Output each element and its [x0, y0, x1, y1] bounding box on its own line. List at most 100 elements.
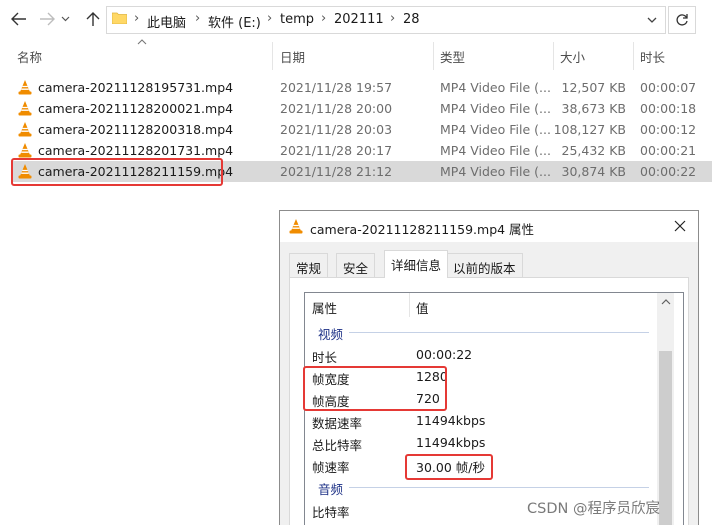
column-divider[interactable]	[433, 42, 434, 70]
column-divider[interactable]	[272, 42, 273, 70]
file-date: 2021/11/28 20:00	[280, 101, 393, 116]
file-name: camera-20211128211159.mp4	[38, 164, 234, 179]
property-value: 720	[416, 391, 440, 406]
close-icon[interactable]	[671, 217, 689, 235]
vlc-file-icon	[18, 164, 32, 179]
arrow-right-icon	[40, 12, 55, 26]
file-size: 38,673 KB	[561, 101, 626, 116]
column-divider[interactable]	[409, 293, 410, 317]
column-header-date[interactable]: 日期	[280, 47, 305, 66]
folder-icon	[112, 12, 127, 24]
group-video: 视频	[318, 327, 344, 342]
breadcrumb-this-pc[interactable]: 此电脑	[147, 12, 186, 31]
address-bar[interactable]: › 此电脑 › 软件 (E:) › temp › 202111 › 28	[106, 6, 666, 34]
details-panel: 属性 值 视频 时长 00:00:22 帧宽度 1280 帧高度 720 数据速…	[289, 277, 689, 525]
arrow-left-icon	[11, 12, 26, 26]
property-name: 数据速率	[312, 416, 363, 431]
breadcrumb-202111[interactable]: 202111	[334, 12, 384, 27]
property-name: 比特率	[312, 505, 350, 520]
watermark: CSDN @程序员欣宸	[527, 501, 660, 517]
file-name: camera-20211128200318.mp4	[38, 122, 234, 137]
column-divider[interactable]	[553, 42, 554, 70]
tab-general[interactable]: 常规	[289, 253, 329, 277]
file-date: 2021/11/28 19:57	[280, 80, 393, 95]
scroll-up-icon[interactable]	[661, 299, 671, 305]
property-name: 帧高度	[312, 394, 350, 409]
breadcrumb-separator-icon: ›	[195, 11, 201, 26]
tab-details[interactable]: 详细信息	[384, 250, 449, 278]
column-header-value[interactable]: 值	[416, 298, 429, 317]
file-type: MP4 Video File (...	[440, 101, 551, 116]
property-value: 11494kbps	[416, 413, 486, 428]
file-duration: 00:00:21	[640, 143, 697, 158]
file-type: MP4 Video File (...	[440, 164, 551, 179]
arrow-up-icon	[86, 12, 100, 26]
up-button[interactable]	[82, 8, 104, 30]
file-duration: 00:00:18	[640, 101, 697, 116]
column-divider[interactable]	[633, 42, 634, 70]
file-row[interactable]: camera-20211128201731.mp4 2021/11/28 20:…	[12, 140, 712, 161]
refresh-button[interactable]	[668, 6, 696, 34]
file-date: 2021/11/28 20:03	[280, 122, 393, 137]
property-name: 帧宽度	[312, 372, 350, 387]
breadcrumb-separator-icon: ›	[390, 11, 396, 26]
breadcrumb-separator-icon: ›	[321, 11, 327, 26]
property-name: 帧速率	[312, 460, 350, 475]
file-size: 30,874 KB	[561, 164, 626, 179]
file-row[interactable]: camera-20211128195731.mp4 2021/11/28 19:…	[12, 77, 712, 98]
breadcrumb-drive[interactable]: 软件 (E:)	[208, 12, 261, 31]
vlc-file-icon	[289, 219, 303, 234]
file-type: MP4 Video File (...	[440, 122, 551, 137]
breadcrumb-separator-icon: ›	[267, 11, 273, 26]
column-header-type[interactable]: 类型	[440, 47, 465, 66]
file-row[interactable]: camera-20211128200318.mp4 2021/11/28 20:…	[12, 119, 712, 140]
property-name: 时长	[312, 350, 338, 365]
breadcrumb-temp[interactable]: temp	[280, 12, 314, 27]
column-header-size[interactable]: 大小	[560, 47, 585, 66]
chevron-down-icon	[61, 16, 69, 22]
file-row[interactable]: camera-20211128200021.mp4 2021/11/28 20:…	[12, 98, 712, 119]
tab-security[interactable]: 安全	[336, 253, 376, 277]
property-name: 总比特率	[312, 438, 363, 453]
file-duration: 00:00:07	[640, 80, 697, 95]
file-date: 2021/11/28 21:12	[280, 164, 393, 179]
property-value: 30.00 帧/秒	[416, 460, 485, 475]
file-row-selected[interactable]: camera-20211128211159.mp4 2021/11/28 21:…	[12, 161, 712, 182]
file-type: MP4 Video File (...	[440, 143, 551, 158]
back-button[interactable]	[8, 8, 30, 30]
column-header-duration[interactable]: 时长	[640, 47, 665, 66]
group-divider	[349, 487, 649, 488]
refresh-icon	[676, 14, 688, 26]
forward-button[interactable]	[36, 8, 58, 30]
file-duration: 00:00:12	[640, 122, 697, 137]
vlc-file-icon	[18, 122, 32, 137]
property-value: 1280	[416, 369, 448, 384]
column-header-property[interactable]: 属性	[312, 298, 337, 317]
vlc-file-icon	[18, 101, 32, 116]
scrollbar-thumb[interactable]	[659, 351, 672, 525]
file-date: 2021/11/28 20:17	[280, 143, 393, 158]
properties-dialog: camera-20211128211159.mp4 属性 常规 安全 详细信息 …	[279, 210, 699, 525]
vlc-file-icon	[18, 143, 32, 158]
vlc-file-icon	[18, 80, 32, 95]
sort-ascending-icon	[137, 39, 147, 45]
file-name: camera-20211128201731.mp4	[38, 143, 234, 158]
recent-locations-button[interactable]	[58, 8, 72, 30]
dialog-titlebar[interactable]: camera-20211128211159.mp4 属性	[280, 211, 698, 242]
file-name: camera-20211128200021.mp4	[38, 101, 234, 116]
file-type: MP4 Video File (...	[440, 80, 551, 95]
chevron-down-icon[interactable]	[643, 11, 661, 29]
tab-previous-versions[interactable]: 以前的版本	[446, 253, 523, 277]
column-header-name[interactable]: 名称	[17, 47, 42, 66]
breadcrumb-separator-icon: ›	[134, 11, 140, 26]
breadcrumb-28[interactable]: 28	[403, 12, 420, 27]
group-divider	[349, 332, 649, 333]
file-size: 12,507 KB	[561, 80, 626, 95]
file-name: camera-20211128195731.mp4	[38, 80, 234, 95]
property-value: 00:00:22	[416, 347, 473, 362]
property-list[interactable]: 属性 值 视频 时长 00:00:22 帧宽度 1280 帧高度 720 数据速…	[304, 292, 684, 525]
vertical-scrollbar[interactable]	[657, 293, 674, 525]
dialog-title: camera-20211128211159.mp4 属性	[310, 222, 535, 237]
file-duration: 00:00:22	[640, 164, 697, 179]
property-value: 11494kbps	[416, 435, 486, 450]
